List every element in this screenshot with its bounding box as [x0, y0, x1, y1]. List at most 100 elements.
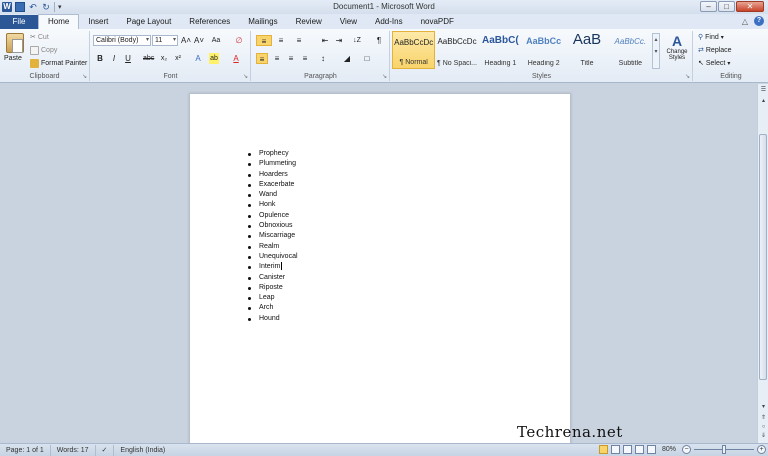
help-icon[interactable]: ? [754, 16, 764, 26]
font-color-button[interactable]: A [231, 53, 241, 64]
tab-page-layout[interactable]: Page Layout [117, 15, 180, 29]
clear-formatting-button[interactable]: ∅ [234, 35, 244, 46]
find-button[interactable]: ⚲ Find ▾ [698, 33, 724, 42]
styles-launcher-icon[interactable]: ↘ [685, 73, 690, 80]
increase-indent-button[interactable]: ⇥ [334, 35, 344, 46]
list-item[interactable]: Obnoxious [247, 221, 298, 231]
scroll-down-icon[interactable]: ▾ [759, 402, 768, 412]
next-page-icon[interactable]: ⇓ [759, 431, 768, 441]
decrease-indent-button[interactable]: ⇤ [320, 35, 330, 46]
list-item[interactable]: Unequivocal [247, 252, 298, 262]
align-right-button[interactable]: ≡ [286, 53, 296, 64]
proofing-icon[interactable]: ✓ [96, 444, 115, 456]
list-item[interactable]: Realm [247, 242, 298, 252]
list-item[interactable]: Exacerbate [247, 180, 298, 190]
paste-icon[interactable] [6, 33, 24, 53]
underline-button[interactable]: U [123, 53, 133, 64]
web-layout-view-icon[interactable] [622, 445, 632, 454]
list-item[interactable]: Plummeting [247, 159, 298, 169]
show-marks-button[interactable]: ¶ [374, 35, 384, 46]
paste-button[interactable]: Paste [4, 55, 22, 62]
word-count[interactable]: Words: 17 [51, 444, 96, 456]
replace-button[interactable]: ⇄ Replace [698, 46, 732, 55]
copy-button[interactable]: Copy [30, 46, 57, 55]
vertical-scrollbar[interactable]: ☰ ▴ ▾ ⇑ ○ ⇓ [757, 84, 768, 443]
strikethrough-button[interactable]: abc [143, 53, 154, 64]
tab-add-ins[interactable]: Add-Ins [366, 15, 412, 29]
multilevel-list-button[interactable]: ≡ [294, 35, 304, 46]
bold-button[interactable]: B [95, 53, 105, 64]
list-item[interactable]: Opulence [247, 211, 298, 221]
format-painter-button[interactable]: Format Painter [30, 59, 87, 68]
zoom-in-icon[interactable]: + [757, 445, 766, 454]
tab-review[interactable]: Review [287, 15, 331, 29]
bullet-list[interactable]: Prophecy Plummeting Hoarders Exacerbate Wand… [247, 149, 298, 324]
shrink-font-button[interactable]: A˅ [194, 35, 204, 46]
style-title[interactable]: AaB Title [565, 31, 608, 69]
italic-button[interactable]: I [109, 53, 119, 64]
list-item[interactable]: Riposte [247, 283, 298, 293]
zoom-slider-thumb[interactable] [722, 445, 726, 454]
outline-view-icon[interactable] [634, 445, 644, 454]
list-item[interactable]: Interim [247, 262, 298, 272]
shading-button[interactable]: ◢ [342, 53, 352, 64]
paragraph-launcher-icon[interactable]: ↘ [382, 73, 387, 80]
clipboard-launcher-icon[interactable]: ↘ [82, 73, 87, 80]
tab-novapdf[interactable]: novaPDF [412, 15, 463, 29]
ruler-toggle-icon[interactable]: ☰ [759, 85, 768, 95]
justify-button[interactable]: ≡ [300, 53, 310, 64]
font-launcher-icon[interactable]: ↘ [243, 73, 248, 80]
cut-button[interactable]: ✂ Cut [30, 33, 49, 42]
list-item[interactable]: Canister [247, 273, 298, 283]
font-size-combo[interactable]: 11 ▾ [152, 35, 178, 46]
scroll-thumb[interactable] [759, 134, 767, 380]
style-heading-2[interactable]: AaBbCc Heading 2 [522, 31, 565, 69]
style-normal[interactable]: AaBbCcDc ¶ Normal [392, 31, 436, 69]
change-case-button[interactable]: Aa [211, 35, 221, 46]
line-spacing-button[interactable]: ↕ [318, 53, 328, 64]
scroll-up-icon[interactable]: ▴ [759, 96, 768, 106]
draft-view-icon[interactable] [646, 445, 656, 454]
language-indicator[interactable]: English (India) [114, 445, 171, 456]
grow-font-button[interactable]: A˄ [181, 35, 191, 46]
numbering-button[interactable]: ≡ [276, 35, 286, 46]
minimize-ribbon-icon[interactable]: △ [742, 17, 748, 26]
zoom-slider[interactable] [694, 445, 754, 454]
list-item[interactable]: Leap [247, 293, 298, 303]
align-left-button[interactable]: ≡ [256, 53, 268, 64]
style-heading-1[interactable]: AaBbC( Heading 1 [479, 31, 522, 69]
list-item[interactable]: Hound [247, 314, 298, 324]
zoom-level[interactable]: 80% [659, 446, 679, 453]
list-item[interactable]: Prophecy [247, 149, 298, 159]
highlight-button[interactable]: ab [209, 53, 219, 64]
subscript-button[interactable]: x₂ [159, 53, 169, 64]
tab-references[interactable]: References [180, 15, 239, 29]
tab-view[interactable]: View [331, 15, 366, 29]
superscript-button[interactable]: x² [173, 53, 183, 64]
minimize-button[interactable]: – [700, 1, 717, 12]
list-item[interactable]: Arch [247, 303, 298, 313]
zoom-out-icon[interactable]: − [682, 445, 691, 454]
list-item[interactable]: Miscarriage [247, 231, 298, 241]
bullets-button[interactable]: ≡ [256, 35, 272, 46]
print-layout-view-icon[interactable] [598, 445, 608, 454]
page-count[interactable]: Page: 1 of 1 [0, 444, 51, 456]
borders-button[interactable]: □ [362, 53, 372, 64]
list-item[interactable]: Honk [247, 200, 298, 210]
style-no-spacing[interactable]: AaBbCcDc ¶ No Spaci... [435, 31, 478, 69]
select-button[interactable]: ↖ Select ▾ [698, 59, 730, 68]
tab-mailings[interactable]: Mailings [239, 15, 286, 29]
align-center-button[interactable]: ≡ [272, 53, 282, 64]
document-page[interactable]: Prophecy Plummeting Hoarders Exacerbate Wand… [189, 93, 622, 443]
styles-scroll[interactable]: ▴ ▾ [652, 33, 660, 69]
tab-insert[interactable]: Insert [79, 15, 117, 29]
text-effects-button[interactable]: A [193, 53, 203, 64]
list-item[interactable]: Hoarders [247, 170, 298, 180]
full-screen-reading-view-icon[interactable] [610, 445, 620, 454]
tab-home[interactable]: Home [38, 14, 80, 29]
change-styles-button[interactable]: A Change Styles [663, 33, 691, 61]
tab-file[interactable]: File [0, 15, 38, 29]
sort-button[interactable]: ↓Z [352, 35, 362, 46]
font-name-combo[interactable]: Calibri (Body) ▾ [93, 35, 151, 46]
list-item[interactable]: Wand [247, 190, 298, 200]
